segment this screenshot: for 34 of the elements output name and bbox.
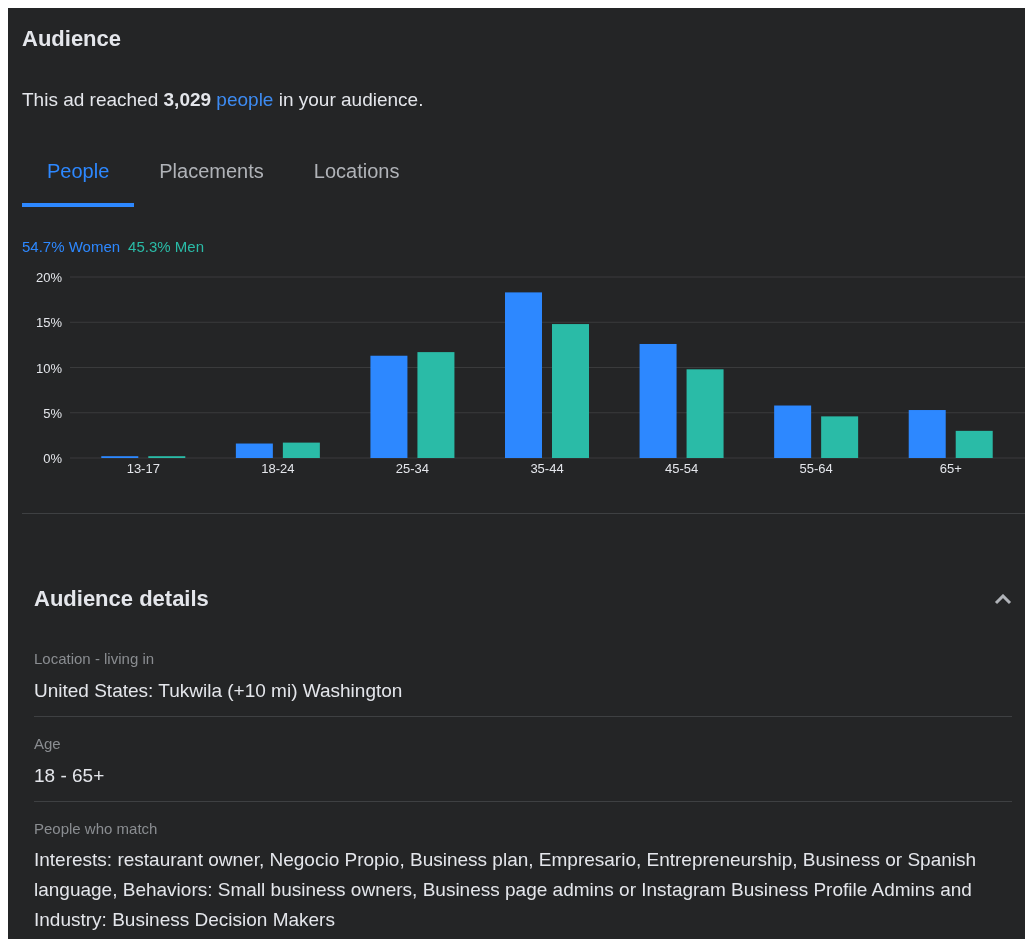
- axis-label: 45-54: [664, 461, 699, 476]
- axis-label: 0%: [43, 451, 62, 466]
- axis-label: 65+: [939, 461, 962, 476]
- field-label: People who match: [34, 819, 159, 839]
- axis-label: 25-34: [395, 461, 430, 476]
- tab[interactable]: Placements: [134, 147, 289, 207]
- bar: [821, 416, 859, 458]
- bar: [908, 410, 946, 458]
- legend-label: 54.7% Women: [22, 238, 121, 256]
- section-title: Audience: [22, 25, 123, 53]
- field-value: Interests: restaurant owner, Negocio Propio, Business plan, Empresario, Entrepreneurship, Business or Spanish language, Behaviors: Small business owners, Business page admins or Instagram Business Profile Admins and Industry: Business Decision Makers: [34, 848, 978, 932]
- axis-label: 18-24: [261, 461, 295, 476]
- tab[interactable]: Locations: [288, 147, 425, 207]
- axis-label: 20%: [35, 270, 62, 285]
- bar: [235, 443, 273, 458]
- axis-label: 10%: [35, 360, 62, 376]
- bar: [282, 442, 320, 458]
- collapse-caret-icon[interactable]: [994, 593, 1012, 605]
- axis-label: 55-64: [799, 461, 833, 476]
- details-title: Audience details: [34, 586, 209, 612]
- axis-label: 15%: [35, 315, 62, 331]
- field-label: Age: [34, 734, 62, 754]
- field-value: United States: Tukwila (+10 mi) Washington: [34, 679, 404, 703]
- axis-label: 13-17: [126, 461, 160, 476]
- axis-label: 5%: [43, 405, 62, 421]
- people-link[interactable]: people: [216, 89, 274, 110]
- axis-label: 35-44: [530, 461, 564, 476]
- bar: [774, 405, 812, 458]
- field-label: Location - living in: [34, 649, 156, 669]
- field-value: 18 - 65+: [34, 764, 106, 788]
- tab[interactable]: People: [22, 147, 135, 207]
- bar: [955, 430, 993, 458]
- legend-label: 45.3% Men: [128, 238, 204, 256]
- summary-text: This ad reached 3,029 people in your audience.: [22, 88, 425, 112]
